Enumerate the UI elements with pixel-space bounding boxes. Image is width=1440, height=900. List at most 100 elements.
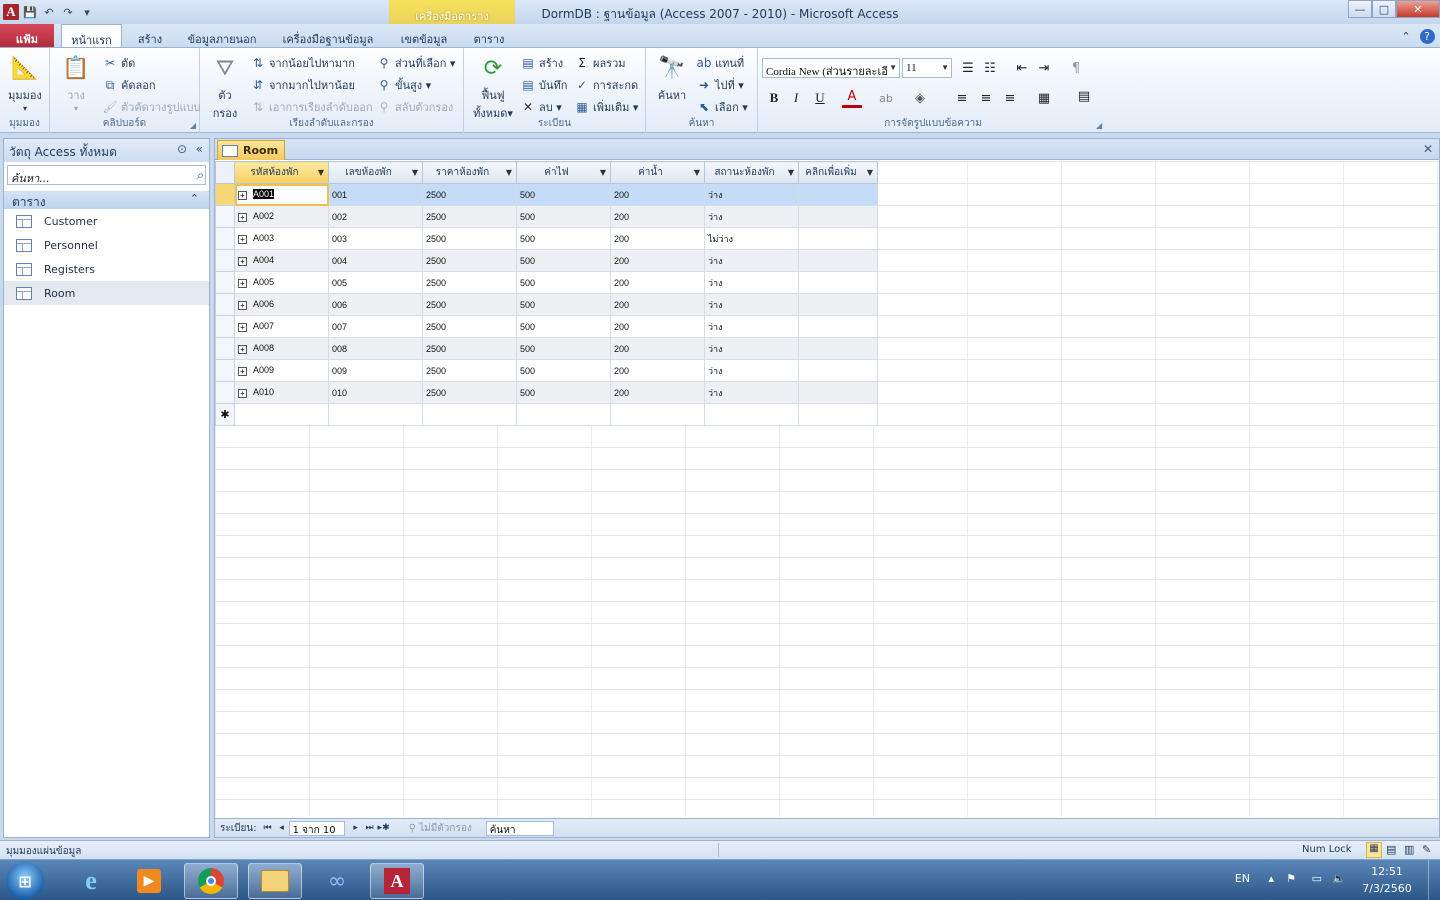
close-button[interactable]: ✕ bbox=[1396, 0, 1440, 18]
network-icon[interactable]: ▭ bbox=[1312, 872, 1322, 885]
table-cell[interactable]: 500 bbox=[516, 249, 611, 272]
table-cell[interactable]: 006 bbox=[328, 293, 423, 316]
tab-database-tools[interactable]: เครื่องมือฐานข้อมูล bbox=[276, 24, 380, 48]
table-cell[interactable]: ว่าง bbox=[704, 381, 799, 404]
table-cell[interactable]: 500 bbox=[516, 315, 611, 338]
new-record-button[interactable]: ▤ สร้าง bbox=[520, 54, 563, 72]
record-selector[interactable] bbox=[215, 205, 235, 228]
totals-button[interactable]: Σ ผลรวม bbox=[574, 54, 625, 72]
tab-home[interactable]: หน้าแรก bbox=[61, 24, 122, 48]
record-selector[interactable] bbox=[215, 271, 235, 294]
table-cell[interactable]: 200 bbox=[610, 183, 705, 206]
table-cell[interactable]: 007 bbox=[328, 315, 423, 338]
table-row[interactable]: + A004 004 2500 500 200 ว่าง bbox=[215, 249, 878, 272]
table-cell[interactable]: 200 bbox=[610, 337, 705, 360]
help-icon[interactable]: ? bbox=[1418, 24, 1436, 48]
last-record-icon[interactable]: ⏭ bbox=[363, 823, 377, 833]
chevron-down-icon[interactable]: ▼ bbox=[788, 168, 794, 177]
tab-file[interactable]: แฟ้ม bbox=[0, 24, 54, 48]
expand-subdatasheet-icon[interactable]: + bbox=[238, 366, 247, 376]
close-document-icon[interactable]: ✕ bbox=[1423, 142, 1433, 156]
collapse-group-icon[interactable]: ⌃ bbox=[190, 192, 199, 205]
minimize-button[interactable]: — bbox=[1348, 0, 1372, 18]
table-cell[interactable]: 2500 bbox=[422, 183, 517, 206]
goto-button[interactable]: ➜ ไปที่ ▾ bbox=[696, 76, 744, 94]
expand-subdatasheet-icon[interactable]: + bbox=[238, 388, 247, 398]
spelling-button[interactable]: ✓ การสะกด bbox=[574, 76, 638, 94]
nav-header[interactable]: วัตถุ Access ทั้งหมด ⊙ « bbox=[4, 139, 209, 162]
datasheet-view-icon[interactable]: ▦ bbox=[1366, 842, 1382, 858]
increase-indent-icon[interactable]: ⇥ bbox=[1034, 58, 1054, 78]
refresh-all-button[interactable]: ⟳ ฟื้นฟู ทั้งหมด▾ bbox=[470, 52, 516, 122]
delete-record-button[interactable]: ✕ ลบ ▾ bbox=[520, 98, 562, 116]
font-size-combo[interactable]: 11 ▼ bbox=[902, 58, 952, 78]
table-cell[interactable] bbox=[798, 271, 878, 294]
new-record-icon[interactable]: ▸✱ bbox=[377, 823, 391, 833]
record-selector[interactable] bbox=[215, 359, 235, 382]
column-header[interactable]: ราคาห้องพัก ▼ bbox=[422, 161, 517, 184]
record-selector[interactable] bbox=[215, 227, 235, 250]
table-row[interactable]: + A006 006 2500 500 200 ว่าง bbox=[215, 293, 878, 316]
show-desktop-button[interactable] bbox=[1428, 860, 1440, 900]
first-record-icon[interactable]: ⏮ bbox=[261, 823, 275, 833]
table-cell[interactable]: 2500 bbox=[422, 337, 517, 360]
more-button[interactable]: ▦ เพิ่มเติม ▾ bbox=[574, 98, 638, 116]
copy-button[interactable]: ⧉ คัดลอก bbox=[102, 76, 156, 94]
advanced-filter-button[interactable]: ⚲ ขั้นสูง ▾ bbox=[376, 76, 432, 94]
table-cell[interactable] bbox=[798, 205, 878, 228]
table-row[interactable]: + A007 007 2500 500 200 ว่าง bbox=[215, 315, 878, 338]
table-cell[interactable]: + A004 bbox=[234, 249, 329, 272]
chevron-down-icon[interactable]: ▼ bbox=[506, 168, 512, 177]
bold-icon[interactable]: B bbox=[764, 88, 784, 108]
expand-subdatasheet-icon[interactable]: + bbox=[238, 300, 247, 310]
numbering-icon[interactable]: ☷ bbox=[980, 58, 1000, 78]
format-painter-button[interactable]: 🖌 ตัวคัดวางรูปแบบ bbox=[102, 98, 200, 116]
table-cell[interactable]: ว่าง bbox=[704, 271, 799, 294]
table-cell[interactable]: + A008 bbox=[234, 337, 329, 360]
action-center-flag-icon[interactable]: ⚑ bbox=[1286, 872, 1296, 885]
toggle-filter-button[interactable]: ⚲ สลับตัวกรอง bbox=[376, 98, 454, 116]
select-button[interactable]: ⬉ เลือก ▾ bbox=[696, 98, 748, 116]
table-cell[interactable]: 009 bbox=[328, 359, 423, 382]
align-left-icon[interactable]: ≡ bbox=[952, 88, 972, 108]
nav-search-input[interactable]: ค้นหา... ⌕ bbox=[7, 165, 206, 185]
expand-subdatasheet-icon[interactable]: + bbox=[238, 190, 247, 200]
show-hidden-icons-icon[interactable]: ▴ bbox=[1268, 872, 1274, 885]
table-cell[interactable]: 2500 bbox=[422, 293, 517, 316]
design-view-icon[interactable]: ✎ bbox=[1422, 843, 1431, 856]
document-tab-room[interactable]: Room bbox=[217, 140, 285, 160]
table-cell[interactable]: 005 bbox=[328, 271, 423, 294]
nav-group-tables[interactable]: ตาราง ⌃ bbox=[4, 191, 209, 209]
visual-studio-icon[interactable]: ∞ bbox=[310, 863, 364, 899]
fill-color-icon[interactable]: ◈ bbox=[910, 88, 930, 108]
pivotchart-view-icon[interactable]: ▥ bbox=[1404, 843, 1414, 856]
table-cell[interactable]: 200 bbox=[610, 315, 705, 338]
font-name-combo[interactable]: Cordia New (ส่วนรายละเอี ▼ bbox=[762, 58, 900, 78]
chevron-down-icon[interactable]: ▼ bbox=[600, 168, 606, 177]
find-button[interactable]: 🔭 ค้นหา bbox=[652, 52, 692, 104]
table-cell[interactable]: ไม่ว่าง bbox=[704, 227, 799, 250]
underline-icon[interactable]: U bbox=[810, 88, 830, 108]
table-cell[interactable]: 500 bbox=[516, 271, 611, 294]
text-formatting-launcher-icon[interactable]: ◢ bbox=[1096, 121, 1102, 130]
chrome-icon[interactable] bbox=[184, 863, 238, 899]
table-cell[interactable] bbox=[516, 403, 611, 426]
table-row[interactable]: + A001 001 2500 500 200 ว่าง bbox=[215, 183, 878, 206]
table-cell[interactable] bbox=[798, 293, 878, 316]
column-header[interactable]: สถานะห้องพัก ▼ bbox=[704, 161, 799, 184]
chevron-down-icon[interactable]: ▼ bbox=[412, 168, 418, 177]
select-all-corner[interactable] bbox=[215, 161, 235, 184]
expand-subdatasheet-icon[interactable]: + bbox=[238, 322, 247, 332]
nav-item-customer[interactable]: Customer bbox=[4, 209, 209, 233]
column-header[interactable]: เลขห้องพัก ▼ bbox=[328, 161, 423, 184]
table-cell[interactable]: 200 bbox=[610, 293, 705, 316]
new-record-row[interactable]: ✱ bbox=[215, 403, 878, 426]
table-cell[interactable]: 500 bbox=[516, 337, 611, 360]
internet-explorer-icon[interactable]: e bbox=[64, 863, 118, 899]
table-cell[interactable] bbox=[798, 227, 878, 250]
table-cell[interactable] bbox=[798, 403, 878, 426]
table-cell[interactable]: + A009 bbox=[234, 359, 329, 382]
table-row[interactable]: + A003 003 2500 500 200 ไม่ว่าง bbox=[215, 227, 878, 250]
minimize-ribbon-icon[interactable]: ⌃ bbox=[1398, 24, 1414, 48]
table-cell[interactable] bbox=[234, 403, 329, 426]
